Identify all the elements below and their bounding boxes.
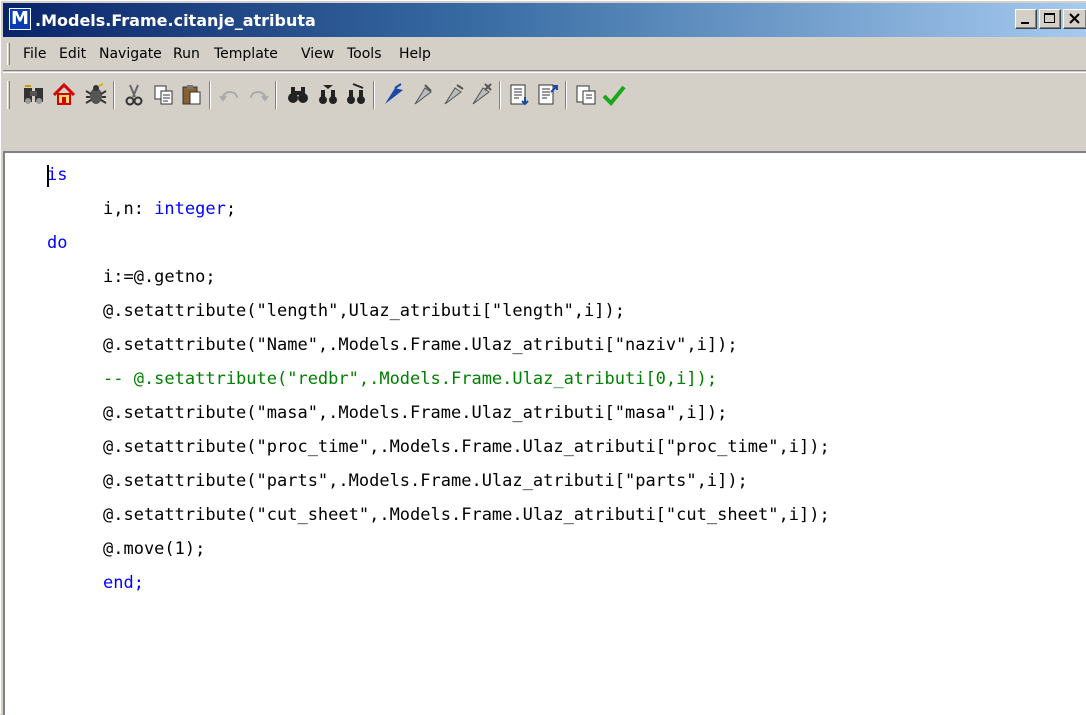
title-bar[interactable]: M .Models.Frame.citanje_atributa <box>3 3 1086 37</box>
code-line: do <box>47 233 67 253</box>
code-text: i,n: <box>103 199 155 219</box>
keyword-is: is <box>47 165 68 185</box>
redo-icon[interactable] <box>245 82 271 108</box>
code-line: @.setattribute("parts",.Models.Frame.Ula… <box>103 471 748 491</box>
code-editor[interactable]: is i,n: integer; do i:=@.getno; @.setatt… <box>3 151 1086 715</box>
code-comment: -- @.setattribute("redbr",.Models.Frame.… <box>103 369 718 389</box>
keyword-do: do <box>47 233 68 253</box>
menu-file[interactable]: File <box>23 46 46 62</box>
debug-binoculars-icon[interactable] <box>21 82 47 108</box>
paste-icon[interactable] <box>179 82 205 108</box>
code-text: ; <box>225 199 237 219</box>
toolbar-separator <box>113 81 115 109</box>
outdent-icon[interactable] <box>535 82 561 108</box>
app-icon: M <box>9 8 31 30</box>
code-line: @.setattribute("proc_time",.Models.Frame… <box>103 437 830 457</box>
cut-icon[interactable] <box>121 82 147 108</box>
menu-navigate[interactable]: Navigate <box>99 46 162 62</box>
menu-edit[interactable]: Edit <box>59 46 86 62</box>
toolbar-grip[interactable] <box>7 81 10 109</box>
code-line: @.move(1); <box>103 539 206 559</box>
code-line: is <box>47 165 67 185</box>
bug-icon[interactable] <box>83 82 109 108</box>
toolbar-separator <box>209 81 211 109</box>
code-line: i,n: integer; <box>103 199 236 219</box>
minimize-icon <box>1021 22 1029 24</box>
home-icon[interactable] <box>51 82 77 108</box>
next-breakpoint-icon[interactable] <box>441 82 467 108</box>
close-icon <box>1069 13 1080 24</box>
maximize-button[interactable] <box>1039 9 1061 29</box>
close-button[interactable] <box>1063 9 1086 29</box>
keyword-end: end; <box>103 573 144 593</box>
clear-breakpoints-icon[interactable] <box>469 82 495 108</box>
undo-icon[interactable] <box>217 82 243 108</box>
toolbar-separator <box>565 81 567 109</box>
toolbar-separator <box>499 81 501 109</box>
window-title: .Models.Frame.citanje_atributa <box>35 11 316 30</box>
code-line: @.setattribute("Name",.Models.Frame.Ulaz… <box>103 335 738 355</box>
toggle-breakpoint-icon[interactable] <box>411 82 437 108</box>
maximize-icon <box>1044 13 1055 23</box>
replace-icon[interactable] <box>343 82 369 108</box>
menu-view[interactable]: View <box>301 46 334 62</box>
editor-window: M .Models.Frame.citanje_atributa File Ed… <box>0 0 1086 715</box>
find-next-icon[interactable] <box>315 82 341 108</box>
toolbar-separator <box>373 81 375 109</box>
find-icon[interactable] <box>285 82 311 108</box>
menu-grip[interactable] <box>7 43 10 65</box>
code-line: @.setattribute("masa",.Models.Frame.Ulaz… <box>103 403 728 423</box>
menu-help[interactable]: Help <box>399 46 431 62</box>
code-line: @.setattribute("length",Ulaz_atributi["l… <box>103 301 625 321</box>
toolbar <box>3 72 1086 152</box>
code-line: end; <box>103 573 144 593</box>
indent-icon[interactable] <box>507 82 533 108</box>
copy-icon[interactable] <box>151 82 177 108</box>
menu-bar: File Edit Navigate Run Template View Too… <box>3 37 1086 71</box>
bookmark-icon[interactable] <box>381 82 407 108</box>
toolbar-separator <box>275 81 277 109</box>
menu-template[interactable]: Template <box>214 46 278 62</box>
keyword-integer: integer <box>154 199 226 219</box>
code-line: @.setattribute("cut_sheet",.Models.Frame… <box>103 505 830 525</box>
menu-tools[interactable]: Tools <box>347 46 382 62</box>
apply-check-icon[interactable] <box>601 82 627 108</box>
minimize-button[interactable] <box>1015 9 1037 29</box>
compile-icon[interactable] <box>573 82 599 108</box>
menu-run[interactable]: Run <box>173 46 200 62</box>
code-line: i:=@.getno; <box>103 267 216 287</box>
